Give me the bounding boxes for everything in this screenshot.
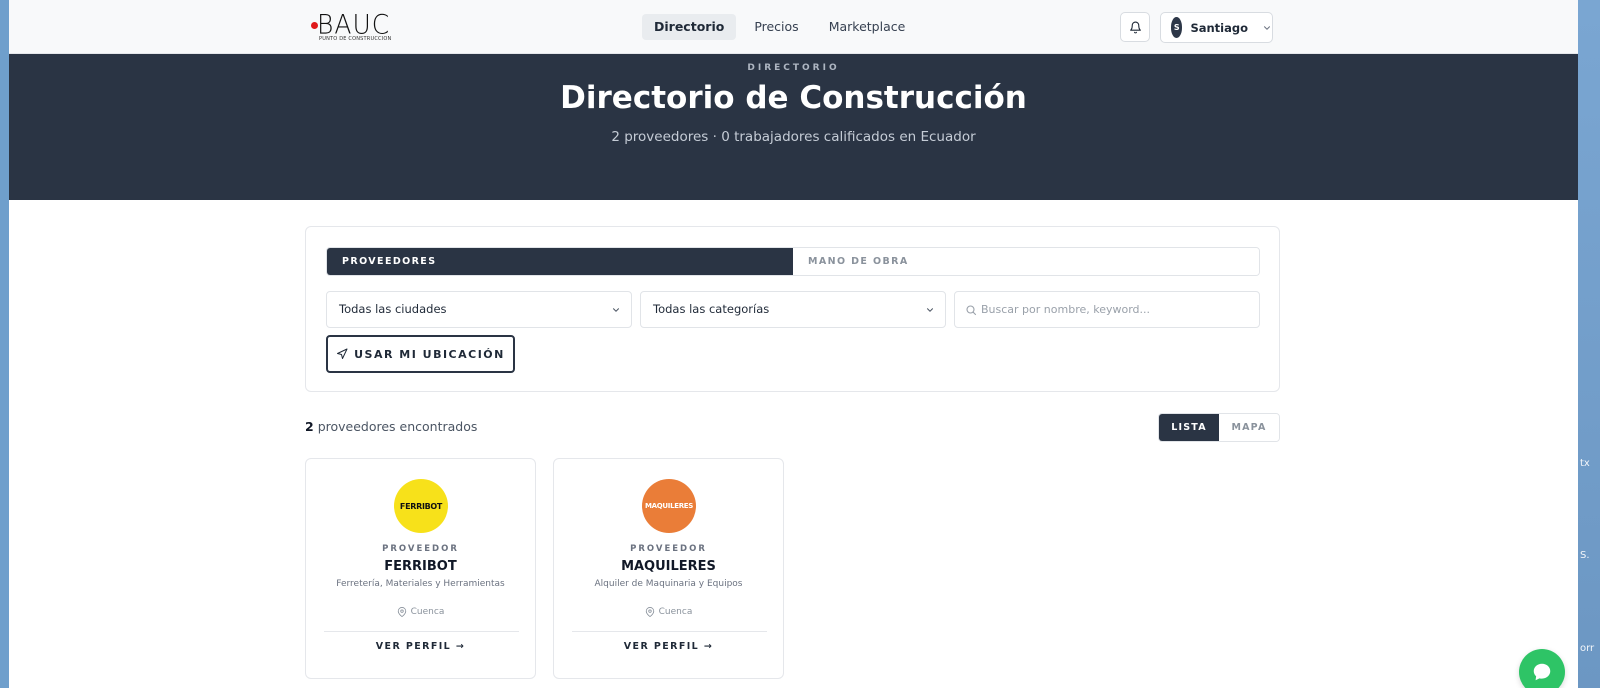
notifications-button[interactable] <box>1120 12 1150 42</box>
avatar: S <box>1171 17 1183 38</box>
results-number: 2 <box>305 419 314 434</box>
city-select[interactable]: Todas las ciudades <box>326 291 632 328</box>
brand-logo[interactable]: BAUC PUNTO DE CONSTRUCCION <box>311 9 395 44</box>
card-divider <box>324 631 519 632</box>
results-count: 2 proveedores encontrados <box>305 419 477 434</box>
search-input[interactable] <box>981 292 1251 327</box>
tab-mano-de-obra[interactable]: MANO DE OBRA <box>793 248 1259 275</box>
hero-banner: DIRECTORIO Directorio de Construcción 2 … <box>9 54 1578 200</box>
use-my-location-button[interactable]: USAR MI UBICACIÓN <box>326 335 515 373</box>
view-list-button[interactable]: LISTA <box>1159 414 1219 441</box>
provider-card[interactable]: FERRIBOT PROVEEDOR FERRIBOT Ferretería, … <box>305 458 536 679</box>
provider-logo-text: MAQUILERES <box>644 502 694 510</box>
provider-city: Cuenca <box>658 607 693 617</box>
map-pin-icon <box>645 607 654 617</box>
tab-proveedores[interactable]: PROVEEDORES <box>327 248 793 275</box>
provider-type: PROVEEDOR <box>382 544 459 554</box>
provider-logo: FERRIBOT <box>394 479 448 533</box>
chat-bubble-icon <box>1533 663 1551 681</box>
filter-panel: PROVEEDORES MANO DE OBRA Todas las ciuda… <box>305 226 1280 392</box>
view-map-button[interactable]: MAPA <box>1219 414 1279 441</box>
category-select-value: Todas las categorías <box>653 302 770 316</box>
view-profile-link[interactable]: VER PERFIL → <box>306 641 535 652</box>
search-icon <box>965 304 977 316</box>
chevron-down-icon <box>1262 23 1272 33</box>
top-navbar: BAUC PUNTO DE CONSTRUCCION Directorio Pr… <box>9 0 1578 54</box>
user-menu-button[interactable]: S Santiago <box>1160 12 1273 43</box>
provider-logo-text: FERRIBOT <box>399 501 443 511</box>
desktop-edge-text: orr <box>1580 643 1595 654</box>
provider-category: Alquiler de Maquinaria y Equipos <box>594 579 743 589</box>
nav-item-directorio[interactable]: Directorio <box>642 14 737 40</box>
desktop-edge-text: S. <box>1580 550 1590 561</box>
provider-location: Cuenca <box>306 607 535 617</box>
provider-city: Cuenca <box>410 607 445 617</box>
use-my-location-label: USAR MI UBICACIÓN <box>354 347 505 361</box>
provider-logo: MAQUILERES <box>642 479 696 533</box>
chat-button[interactable] <box>1519 649 1565 688</box>
city-select-value: Todas las ciudades <box>339 302 447 316</box>
hero-kicker: DIRECTORIO <box>747 63 840 73</box>
search-box <box>954 291 1260 328</box>
nav-item-precios[interactable]: Precios <box>742 14 810 40</box>
view-toggle: LISTA MAPA <box>1158 413 1280 442</box>
provider-name: MAQUILERES <box>621 559 716 574</box>
chevron-down-icon <box>611 305 621 315</box>
chevron-down-icon <box>925 305 935 315</box>
provider-location: Cuenca <box>554 607 783 617</box>
nav-item-marketplace[interactable]: Marketplace <box>817 14 918 40</box>
view-profile-link[interactable]: VER PERFIL → <box>554 641 783 652</box>
main-nav: Directorio Precios Marketplace <box>642 14 917 40</box>
desktop-background <box>1578 0 1600 688</box>
desktop-edge-text: tx <box>1580 458 1590 469</box>
provider-type: PROVEEDOR <box>630 544 707 554</box>
logo-tagline: PUNTO DE CONSTRUCCION <box>319 36 392 42</box>
hero-subtitle: 2 proveedores · 0 trabajadores calificad… <box>611 129 976 145</box>
provider-name: FERRIBOT <box>384 559 457 574</box>
map-pin-icon <box>397 607 406 617</box>
bell-icon <box>1129 21 1141 33</box>
card-divider <box>572 631 767 632</box>
page-title: Directorio de Construcción <box>560 80 1027 116</box>
navigation-arrow-icon <box>337 348 348 359</box>
provider-card[interactable]: MAQUILERES PROVEEDOR MAQUILERES Alquiler… <box>553 458 784 679</box>
category-select[interactable]: Todas las categorías <box>640 291 946 328</box>
provider-category: Ferretería, Materiales y Herramientas <box>336 579 505 589</box>
user-name: Santiago <box>1190 20 1248 35</box>
browser-page: BAUC PUNTO DE CONSTRUCCION Directorio Pr… <box>9 0 1578 688</box>
results-label: proveedores encontrados <box>317 419 478 434</box>
directory-tabs: PROVEEDORES MANO DE OBRA <box>326 247 1260 276</box>
